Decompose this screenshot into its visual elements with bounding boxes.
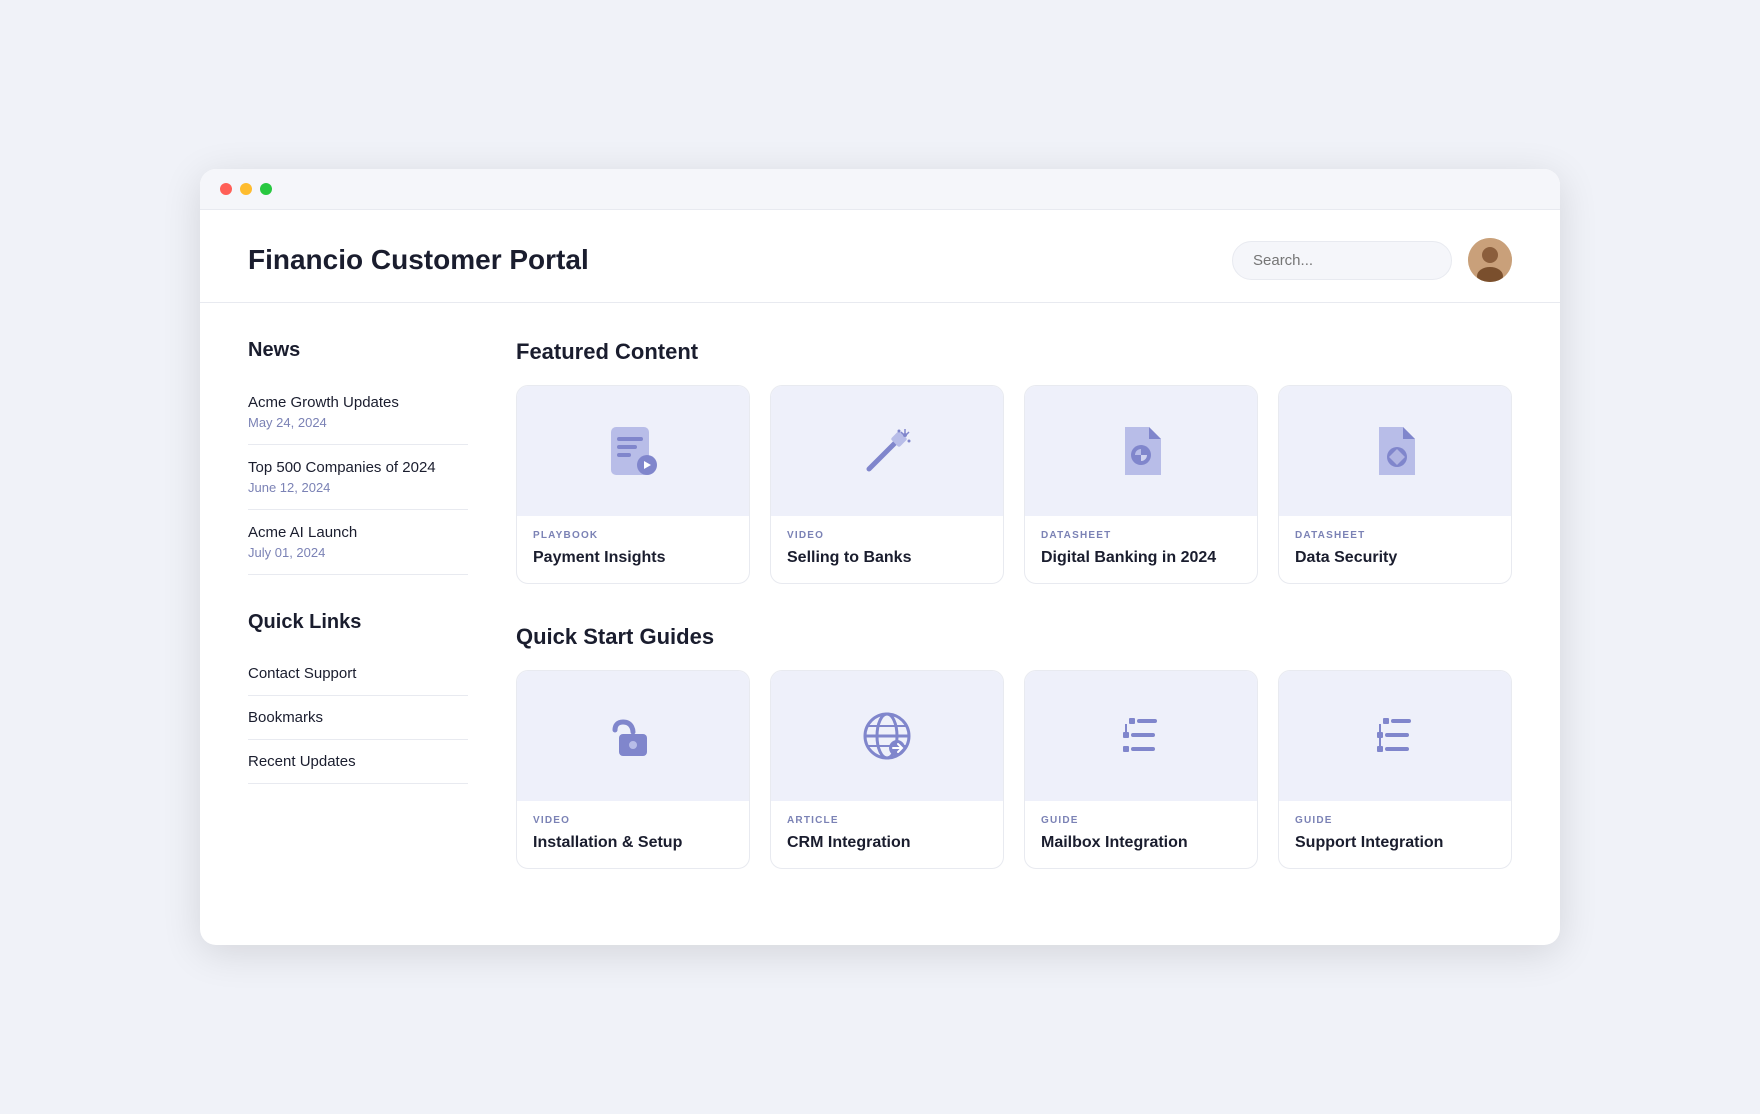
news-date-3: July 01, 2024 <box>248 545 468 560</box>
header-actions <box>1232 238 1512 282</box>
quickstart-card-3-type: GUIDE <box>1041 815 1241 826</box>
datasheet2-icon <box>1363 419 1427 483</box>
featured-card-3-icon-area <box>1025 386 1257 516</box>
quickstart-card-1-icon-area <box>517 671 749 801</box>
app-window: Financio Customer Portal News Acme Growt… <box>200 169 1560 944</box>
featured-card-3[interactable]: DATASHEET Digital Banking in 2024 <box>1024 385 1258 584</box>
quickstart-card-1[interactable]: VIDEO Installation & Setup <box>516 670 750 869</box>
news-title-2: Top 500 Companies of 2024 <box>248 459 468 476</box>
featured-cards-grid: PLAYBOOK Payment Insights <box>516 385 1512 584</box>
lock-icon <box>601 704 665 768</box>
news-item-1[interactable]: Acme Growth Updates May 24, 2024 <box>248 380 468 445</box>
featured-card-4-icon-area <box>1279 386 1511 516</box>
featured-card-1-body: PLAYBOOK Payment Insights <box>517 516 749 583</box>
news-title-3: Acme AI Launch <box>248 524 468 541</box>
quickstart-card-2[interactable]: ARTICLE CRM Integration <box>770 670 1004 869</box>
globe-icon <box>855 704 919 768</box>
minimize-dot[interactable] <box>240 183 252 195</box>
quickstart-card-3-title: Mailbox Integration <box>1041 832 1241 854</box>
news-title-1: Acme Growth Updates <box>248 394 468 411</box>
quickstart-card-2-type: ARTICLE <box>787 815 987 826</box>
featured-card-1-title: Payment Insights <box>533 547 733 569</box>
quick-link-recent-updates[interactable]: Recent Updates <box>248 740 468 784</box>
news-date-2: June 12, 2024 <box>248 480 468 495</box>
featured-card-4-type: DATASHEET <box>1295 530 1495 541</box>
quickstart-section-title: Quick Start Guides <box>516 624 1512 650</box>
featured-card-2-icon-area <box>771 386 1003 516</box>
quickstart-cards-grid: VIDEO Installation & Setup <box>516 670 1512 869</box>
datasheet1-icon <box>1109 419 1173 483</box>
featured-card-2-type: VIDEO <box>787 530 987 541</box>
quickstart-card-3[interactable]: GUIDE Mailbox Integration <box>1024 670 1258 869</box>
quickstart-card-2-icon-area <box>771 671 1003 801</box>
quickstart-card-2-title: CRM Integration <box>787 832 987 854</box>
quickstart-card-2-body: ARTICLE CRM Integration <box>771 801 1003 868</box>
close-dot[interactable] <box>220 183 232 195</box>
featured-card-2-body: VIDEO Selling to Banks <box>771 516 1003 583</box>
news-section-title: News <box>248 339 468 362</box>
quickstart-card-3-icon-area <box>1025 671 1257 801</box>
news-item-2[interactable]: Top 500 Companies of 2024 June 12, 2024 <box>248 445 468 510</box>
quickstart-card-1-body: VIDEO Installation & Setup <box>517 801 749 868</box>
support-icon <box>1363 704 1427 768</box>
featured-card-1-icon-area <box>517 386 749 516</box>
featured-section-title: Featured Content <box>516 339 1512 365</box>
content-area: News Acme Growth Updates May 24, 2024 To… <box>200 303 1560 944</box>
quickstart-card-4-icon-area <box>1279 671 1511 801</box>
featured-card-3-title: Digital Banking in 2024 <box>1041 547 1241 569</box>
featured-card-3-type: DATASHEET <box>1041 530 1241 541</box>
sidebar: News Acme Growth Updates May 24, 2024 To… <box>248 339 468 908</box>
featured-card-1-type: PLAYBOOK <box>533 530 733 541</box>
quickstart-card-4-body: GUIDE Support Integration <box>1279 801 1511 868</box>
quickstart-card-1-title: Installation & Setup <box>533 832 733 854</box>
quick-link-bookmarks[interactable]: Bookmarks <box>248 696 468 740</box>
quick-links-section: Quick Links Contact Support Bookmarks Re… <box>248 611 468 784</box>
header: Financio Customer Portal <box>200 210 1560 303</box>
playbook-icon <box>601 419 665 483</box>
featured-card-2[interactable]: VIDEO Selling to Banks <box>770 385 1004 584</box>
video-icon <box>855 419 919 483</box>
expand-dot[interactable] <box>260 183 272 195</box>
featured-card-3-body: DATASHEET Digital Banking in 2024 <box>1025 516 1257 583</box>
quickstart-card-1-type: VIDEO <box>533 815 733 826</box>
news-date-1: May 24, 2024 <box>248 415 468 430</box>
quickstart-card-4-title: Support Integration <box>1295 832 1495 854</box>
featured-card-4-body: DATASHEET Data Security <box>1279 516 1511 583</box>
featured-card-4-title: Data Security <box>1295 547 1495 569</box>
mailbox-icon <box>1109 704 1173 768</box>
main-content: Featured Content <box>516 339 1512 908</box>
page-title: Financio Customer Portal <box>248 244 589 276</box>
quickstart-card-3-body: GUIDE Mailbox Integration <box>1025 801 1257 868</box>
featured-card-1[interactable]: PLAYBOOK Payment Insights <box>516 385 750 584</box>
quickstart-card-4-type: GUIDE <box>1295 815 1495 826</box>
avatar[interactable] <box>1468 238 1512 282</box>
news-item-3[interactable]: Acme AI Launch July 01, 2024 <box>248 510 468 575</box>
featured-card-4[interactable]: DATASHEET Data Security <box>1278 385 1512 584</box>
quick-link-contact-support[interactable]: Contact Support <box>248 652 468 696</box>
featured-card-2-title: Selling to Banks <box>787 547 987 569</box>
quick-links-title: Quick Links <box>248 611 468 634</box>
search-input[interactable] <box>1232 241 1452 280</box>
titlebar <box>200 169 1560 210</box>
quickstart-card-4[interactable]: GUIDE Support Integration <box>1278 670 1512 869</box>
